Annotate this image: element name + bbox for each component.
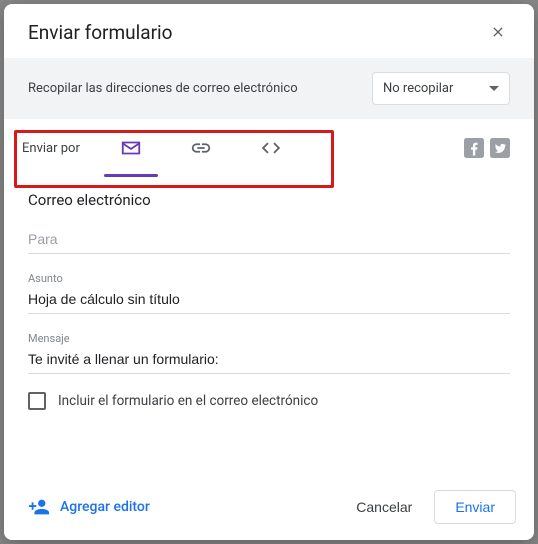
twitter-icon[interactable]	[490, 138, 510, 158]
dialog-title: Enviar formulario	[28, 21, 172, 44]
send-form-dialog: Enviar formulario Recopilar las direccio…	[4, 4, 534, 540]
message-label: Mensaje	[28, 332, 510, 345]
send-via-label: Enviar por	[22, 141, 80, 156]
collect-emails-selected: No recopilar	[383, 81, 453, 96]
tab-email[interactable]	[96, 119, 166, 177]
include-form-label: Incluir el formulario en el correo elect…	[58, 393, 318, 409]
close-icon	[490, 24, 506, 40]
chevron-down-icon	[489, 86, 499, 91]
tab-embed[interactable]	[236, 119, 306, 177]
mail-icon	[120, 137, 142, 159]
cancel-button[interactable]: Cancelar	[346, 491, 422, 523]
subject-input[interactable]	[28, 287, 510, 314]
embed-icon	[260, 137, 282, 159]
to-input[interactable]	[28, 227, 510, 254]
link-icon	[190, 137, 212, 159]
facebook-icon[interactable]	[464, 138, 484, 158]
email-section-title: Correo electrónico	[28, 191, 510, 209]
message-input[interactable]	[28, 347, 510, 374]
collect-emails-dropdown[interactable]: No recopilar	[372, 72, 510, 105]
add-editor-button[interactable]: Agregar editor	[28, 496, 150, 518]
collect-emails-label: Recopilar las direcciones de correo elec…	[28, 81, 298, 96]
add-editor-label: Agregar editor	[60, 499, 150, 515]
subject-label: Asunto	[28, 272, 510, 285]
collect-emails-row: Recopilar las direcciones de correo elec…	[4, 58, 534, 119]
person-add-icon	[28, 496, 50, 518]
send-button[interactable]: Enviar	[434, 490, 516, 524]
tab-link[interactable]	[166, 119, 236, 177]
include-form-checkbox[interactable]	[28, 392, 46, 410]
close-button[interactable]	[486, 20, 510, 44]
